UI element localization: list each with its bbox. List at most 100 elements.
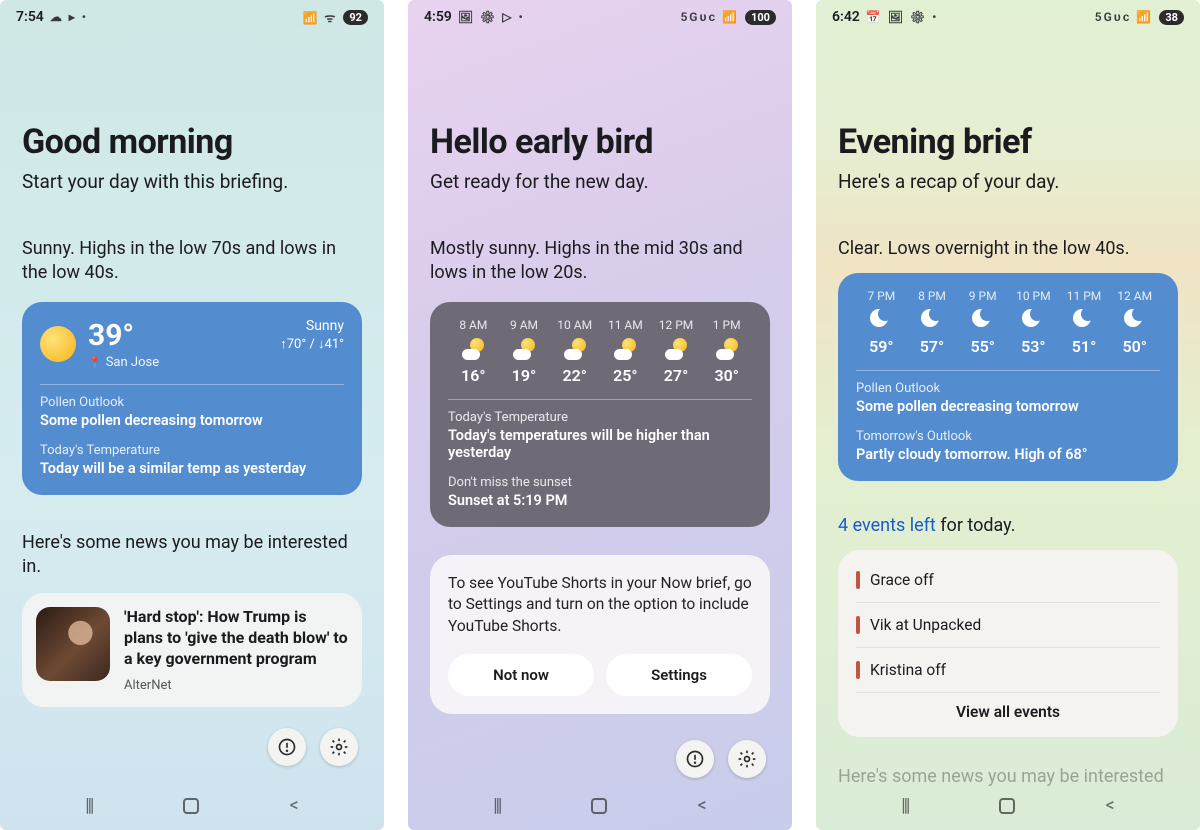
weather-line: Today's Temperature Today will be a simi… (40, 443, 344, 477)
gear-icon (737, 749, 757, 769)
weather-summary: Sunny. Highs in the low 70s and lows in … (22, 237, 362, 286)
news-source: AlterNet (124, 678, 348, 693)
report-button[interactable] (676, 740, 714, 778)
alert-icon (685, 749, 705, 769)
status-time: 4:59 (424, 9, 452, 25)
event-row[interactable]: Vik at Unpacked (856, 603, 1160, 648)
news-headline: 'Hard stop': How Trump is plans to 'give… (124, 607, 348, 669)
nav-home[interactable] (591, 798, 607, 814)
battery-badge: 100 (745, 10, 776, 25)
weather-card[interactable]: 7 PM59° 8 PM57° 9 PM55° 10 PM53° 11 PM51… (838, 273, 1178, 481)
sun-icon (40, 326, 76, 362)
nav-home[interactable] (999, 798, 1015, 814)
weather-line: Don't miss the sunset Sunset at 5:19 PM (448, 475, 752, 509)
hour-slot: 8 AM16° (448, 318, 499, 385)
screen-evening: 6:42 📅 🖼 ⚙ • 5Gᴜᴄ 📶 38 Evening brief Her… (816, 0, 1200, 830)
status-left-icons: ☁ ▸ • (50, 10, 88, 24)
events-lead: 4 events left for today. (838, 515, 1178, 536)
nav-home[interactable] (183, 798, 199, 814)
hour-slot: 9 AM19° (499, 318, 550, 385)
divider (40, 384, 344, 385)
hi-lo-text: ↑70° / ↓41° (280, 336, 344, 352)
nav-recents[interactable]: ||| (493, 795, 500, 816)
not-now-button[interactable]: Not now (448, 654, 594, 696)
weather-summary: Clear. Lows overnight in the low 40s. (838, 237, 1178, 261)
events-card: Grace off Vik at Unpacked Kristina off V… (838, 550, 1178, 737)
divider (856, 370, 1160, 371)
hour-slot: 11 AM25° (600, 318, 651, 385)
settings-button[interactable]: Settings (606, 654, 752, 696)
settings-button[interactable] (320, 728, 358, 766)
event-row[interactable]: Grace off (856, 558, 1160, 603)
weather-line: Tomorrow's Outlook Partly cloudy tomorro… (856, 429, 1160, 463)
nav-back[interactable]: < (1106, 795, 1115, 816)
greeting-title: Good morning (22, 122, 362, 162)
screen-morning: 7:54 ☁ ▸ • 📶 ᯤ 92 Good morning Start you… (0, 0, 384, 830)
greeting-title: Evening brief (838, 122, 1178, 162)
hour-slot: 7 PM59° (856, 289, 907, 356)
nav-recents[interactable]: ||| (901, 795, 908, 816)
news-intro-faded: Here's some news you may be interested (838, 765, 1178, 789)
status-bar: 4:59 🖼 ⚙ ▷ • 5Gᴜᴄ 📶 100 (408, 0, 792, 28)
weather-card[interactable]: 39° 📍 San Jose Sunny ↑70° / ↓41° Pollen … (22, 302, 362, 495)
greeting-subtitle: Get ready for the new day. (430, 170, 770, 193)
events-count-link[interactable]: 4 events left (838, 515, 936, 536)
nav-bar: ||| < (0, 789, 384, 822)
status-left-icons: 📅 🖼 ⚙ • (866, 10, 939, 24)
hour-slot: 8 PM57° (907, 289, 958, 356)
moon-icon (870, 309, 888, 327)
settings-fab[interactable] (728, 740, 766, 778)
event-color-bar (856, 571, 860, 589)
hour-slot: 10 AM22° (549, 318, 600, 385)
shorts-prompt-card: To see YouTube Shorts in your Now brief,… (430, 555, 770, 714)
hour-slot: 11 PM51° (1059, 289, 1110, 356)
current-temp: 39° (88, 318, 159, 353)
event-row[interactable]: Kristina off (856, 648, 1160, 693)
weather-line: Pollen Outlook Some pollen decreasing to… (856, 381, 1160, 415)
prompt-text: To see YouTube Shorts in your Now brief,… (448, 573, 752, 638)
condition-text: Sunny (280, 318, 344, 334)
hour-slot: 12 AM50° (1109, 289, 1160, 356)
greeting-subtitle: Start your day with this briefing. (22, 170, 362, 193)
hour-slot: 10 PM53° (1008, 289, 1059, 356)
status-time: 6:42 (832, 9, 860, 25)
news-thumbnail (36, 607, 110, 681)
report-button[interactable] (268, 728, 306, 766)
greeting-subtitle: Here's a recap of your day. (838, 170, 1178, 193)
status-right-icons: 5Gᴜᴄ 📶 (680, 10, 739, 24)
status-time: 7:54 (16, 9, 44, 25)
battery-badge: 92 (343, 10, 368, 25)
location-pin-icon: 📍 (88, 356, 102, 369)
nav-bar: ||| < (816, 789, 1200, 822)
hour-slot: 12 PM27° (651, 318, 702, 385)
nav-back[interactable]: < (698, 795, 707, 816)
location-label: 📍 San Jose (88, 355, 159, 370)
status-right-icons: 5Gᴜᴄ 📶 (1095, 10, 1154, 24)
divider (448, 399, 752, 400)
gear-icon (329, 737, 349, 757)
status-left-icons: 🖼 ⚙ ▷ • (458, 10, 525, 24)
view-all-events-button[interactable]: View all events (856, 693, 1160, 721)
weather-summary: Mostly sunny. Highs in the mid 30s and l… (430, 237, 770, 286)
hour-slot: 1 PM30° (701, 318, 752, 385)
nav-recents[interactable]: ||| (85, 795, 92, 816)
event-color-bar (856, 661, 860, 679)
weather-line: Pollen Outlook Some pollen decreasing to… (40, 395, 344, 429)
status-right-icons: 📶 ᯤ (302, 9, 337, 26)
battery-badge: 38 (1159, 10, 1184, 25)
greeting-title: Hello early bird (430, 122, 770, 162)
news-intro: Here's some news you may be interested i… (22, 531, 362, 580)
hourly-forecast: 8 AM16° 9 AM19° 10 AM22° 11 AM25° 12 PM2… (448, 318, 752, 385)
hour-slot: 9 PM55° (957, 289, 1008, 356)
weather-line: Today's Temperature Today's temperatures… (448, 410, 752, 461)
alert-icon (277, 737, 297, 757)
hourly-forecast: 7 PM59° 8 PM57° 9 PM55° 10 PM53° 11 PM51… (856, 289, 1160, 356)
news-card[interactable]: 'Hard stop': How Trump is plans to 'give… (22, 593, 362, 706)
nav-back[interactable]: < (290, 795, 299, 816)
nav-bar: ||| < (408, 789, 792, 822)
status-bar: 6:42 📅 🖼 ⚙ • 5Gᴜᴄ 📶 38 (816, 0, 1200, 28)
weather-card[interactable]: 8 AM16° 9 AM19° 10 AM22° 11 AM25° 12 PM2… (430, 302, 770, 527)
status-bar: 7:54 ☁ ▸ • 📶 ᯤ 92 (0, 0, 384, 28)
event-color-bar (856, 616, 860, 634)
screen-earlybird: 4:59 🖼 ⚙ ▷ • 5Gᴜᴄ 📶 100 Hello early bird… (408, 0, 792, 830)
